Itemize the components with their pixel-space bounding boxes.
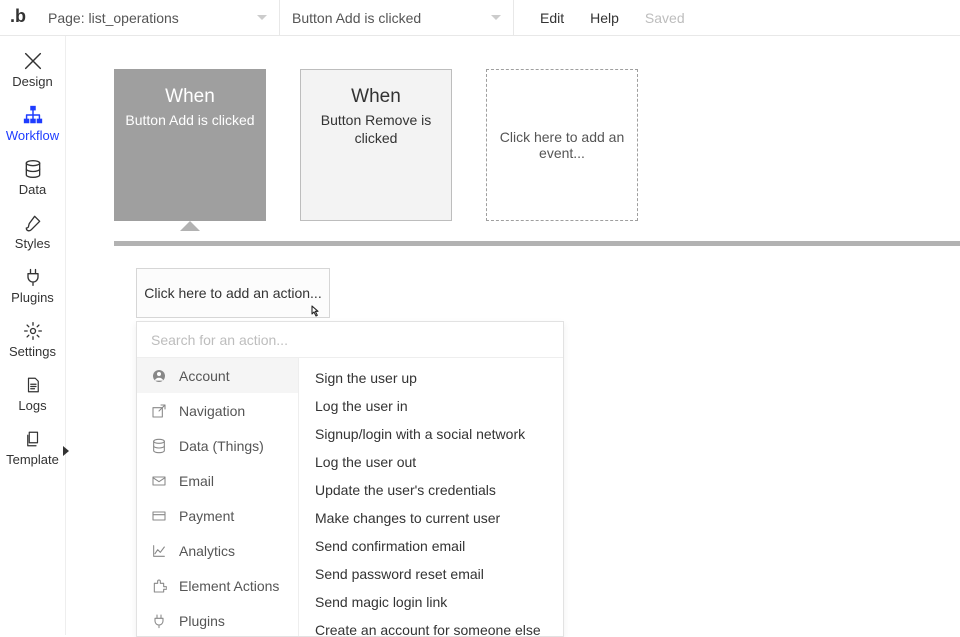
nav-label: Styles — [15, 236, 50, 251]
top-bar: .b Page: list_operations Button Add is c… — [0, 0, 960, 36]
top-links: Edit Help Saved — [514, 10, 685, 26]
action-list: Sign the user up Log the user in Signup/… — [299, 358, 563, 636]
nav-styles[interactable]: Styles — [0, 203, 65, 257]
nav-label: Plugins — [11, 290, 54, 305]
category-label: Data (Things) — [179, 438, 264, 454]
action-picker: Account Navigation Data (Things) — [136, 321, 564, 637]
nav-data[interactable]: Data — [0, 149, 65, 203]
add-event-label: Click here to add an event... — [497, 129, 627, 161]
event-card[interactable]: When Button Remove is clicked — [300, 69, 452, 221]
category-label: Element Actions — [179, 578, 279, 594]
puzzle-icon — [151, 578, 167, 594]
category-label: Email — [179, 473, 214, 489]
category-data[interactable]: Data (Things) — [137, 428, 298, 463]
nav-label: Logs — [18, 398, 46, 413]
category-plugins[interactable]: Plugins — [137, 603, 298, 636]
event-selector[interactable]: Button Add is clicked — [280, 0, 514, 36]
events-row: When Button Add is clicked When Button R… — [66, 36, 960, 221]
add-event-card[interactable]: Click here to add an event... — [486, 69, 638, 221]
category-label: Payment — [179, 508, 234, 524]
action-item[interactable]: Make changes to current user — [299, 504, 563, 532]
app-logo[interactable]: .b — [0, 6, 36, 29]
nav-label: Design — [12, 74, 52, 89]
chevron-down-icon — [257, 15, 267, 20]
nav-logs[interactable]: Logs — [0, 365, 65, 419]
credit-card-icon — [151, 508, 167, 524]
action-item[interactable]: Send confirmation email — [299, 532, 563, 560]
category-label: Analytics — [179, 543, 235, 559]
category-element-actions[interactable]: Element Actions — [137, 568, 298, 603]
nav-plugins[interactable]: Plugins — [0, 257, 65, 311]
help-link[interactable]: Help — [590, 10, 619, 26]
event-card[interactable]: When Button Add is clicked — [114, 69, 266, 221]
org-chart-icon — [21, 104, 45, 126]
nav-template[interactable]: Template — [0, 419, 65, 473]
nav-design[interactable]: Design — [0, 36, 65, 95]
category-label: Account — [179, 368, 230, 384]
nav-label: Data — [19, 182, 46, 197]
edit-link[interactable]: Edit — [540, 10, 564, 26]
saved-status: Saved — [645, 10, 685, 26]
category-label: Navigation — [179, 403, 245, 419]
gear-icon — [21, 320, 45, 342]
picker-body: Account Navigation Data (Things) — [137, 358, 563, 636]
share-arrow-icon — [151, 403, 167, 419]
category-payment[interactable]: Payment — [137, 498, 298, 533]
panel-expand-icon[interactable] — [63, 446, 69, 456]
doc-stack-icon — [21, 428, 45, 450]
page-selector-label: Page: list_operations — [48, 10, 257, 26]
event-actions-divider — [114, 241, 960, 246]
doc-lines-icon — [21, 374, 45, 396]
chevron-down-icon — [491, 15, 501, 20]
action-item[interactable]: Log the user in — [299, 392, 563, 420]
plug-icon — [21, 266, 45, 288]
workflow-canvas: When Button Add is clicked When Button R… — [66, 36, 960, 635]
action-item[interactable]: Create an account for someone else — [299, 616, 563, 636]
action-item[interactable]: Log the user out — [299, 448, 563, 476]
event-description: Button Remove is clicked — [301, 112, 451, 147]
category-navigation[interactable]: Navigation — [137, 393, 298, 428]
nav-label: Template — [6, 452, 59, 467]
chart-up-icon — [151, 543, 167, 559]
pencil-cross-icon — [21, 50, 45, 72]
event-description: Button Add is clicked — [115, 112, 264, 130]
category-analytics[interactable]: Analytics — [137, 533, 298, 568]
database-icon — [151, 438, 167, 454]
action-item[interactable]: Signup/login with a social network — [299, 420, 563, 448]
left-nav: Design Workflow Data — [0, 36, 66, 635]
category-email[interactable]: Email — [137, 463, 298, 498]
event-selector-label: Button Add is clicked — [292, 10, 491, 26]
add-action-button[interactable]: Click here to add an action... — [136, 268, 330, 318]
category-label: Plugins — [179, 613, 225, 629]
nav-settings[interactable]: Settings — [0, 311, 65, 365]
action-search-input[interactable] — [137, 322, 563, 358]
user-circle-icon — [151, 368, 167, 384]
nav-label: Settings — [9, 344, 56, 359]
paintbrush-icon — [21, 212, 45, 234]
action-item[interactable]: Update the user's credentials — [299, 476, 563, 504]
nav-workflow[interactable]: Workflow — [0, 95, 65, 149]
action-categories: Account Navigation Data (Things) — [137, 358, 299, 636]
action-item[interactable]: Sign the user up — [299, 364, 563, 392]
add-action-label: Click here to add an action... — [144, 285, 321, 301]
action-item[interactable]: Send password reset email — [299, 560, 563, 588]
event-when-label: When — [351, 86, 401, 108]
nav-label: Workflow — [6, 128, 59, 143]
category-account[interactable]: Account — [137, 358, 298, 393]
mail-icon — [151, 473, 167, 489]
database-icon — [21, 158, 45, 180]
plug-icon — [151, 613, 167, 629]
page-selector[interactable]: Page: list_operations — [36, 0, 280, 36]
selected-pointer-icon — [180, 221, 200, 231]
event-when-label: When — [165, 86, 215, 108]
action-item[interactable]: Send magic login link — [299, 588, 563, 616]
